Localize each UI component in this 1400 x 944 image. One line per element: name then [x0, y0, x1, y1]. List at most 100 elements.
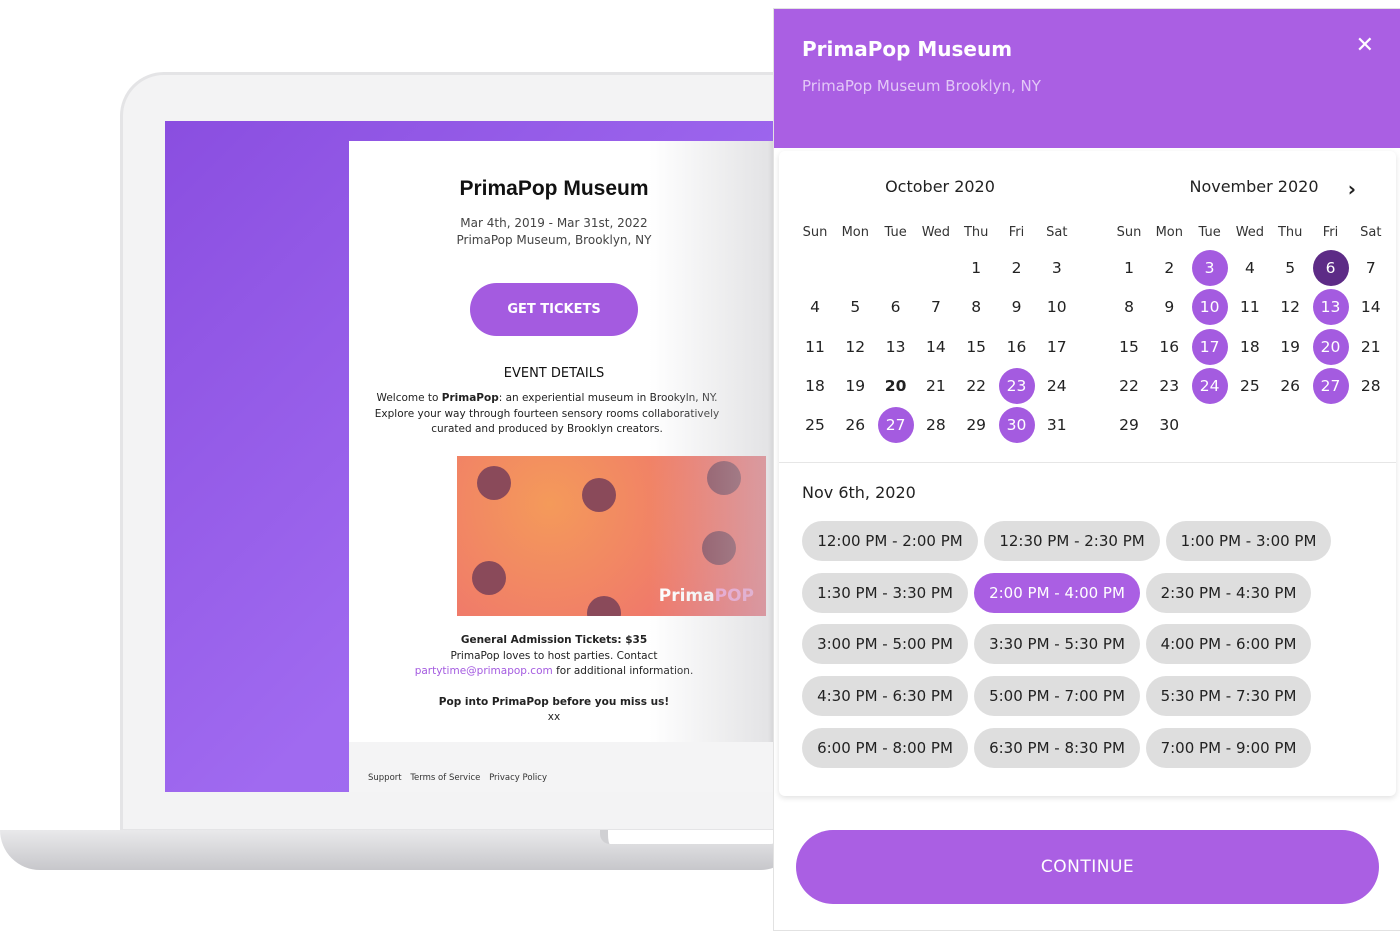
weekday-label: Mon [1155, 225, 1183, 240]
calendar-day: 31 [1046, 416, 1067, 435]
calendar-day-available[interactable]: 27 [1312, 367, 1349, 404]
ticket-info: General Admission Tickets: $35 PrimaPop … [349, 633, 773, 726]
calendar-day-available[interactable]: 20 [1312, 328, 1349, 365]
get-tickets-button[interactable]: GET TICKETS [470, 283, 638, 336]
time-slot[interactable]: 6:00 PM - 8:00 PM [802, 727, 968, 768]
laptop-notch [600, 830, 780, 844]
closing-text: Pop into PrimaPop before you miss us! [438, 695, 670, 708]
panel-header: PrimaPop Museum PrimaPop Museum Brooklyn… [774, 9, 1400, 148]
calendar-day-available[interactable]: 24 [1191, 367, 1228, 404]
calendar-day: 18 [805, 376, 825, 395]
event-page-screen: PrimaPop Museum Mar 4th, 2019 - Mar 31st… [165, 121, 773, 792]
calendar-day: 14 [926, 337, 946, 356]
time-slot[interactable]: 6:30 PM - 8:30 PM [974, 727, 1140, 768]
calendar-day: 3 [1051, 259, 1062, 277]
calendar-day: 20 [884, 376, 907, 395]
weekday-label: Sat [1360, 225, 1382, 240]
event-card: PrimaPop Museum Mar 4th, 2019 - Mar 31st… [349, 141, 773, 792]
calendar-day: 7 [1365, 259, 1376, 277]
calendar-day: 2 [1011, 259, 1022, 277]
weekday-label: Wed [921, 225, 951, 240]
calendar-day: 29 [1119, 416, 1139, 435]
weekday-label: Tue [1198, 225, 1221, 240]
calendar-day: 14 [1360, 298, 1381, 317]
time-slot-selected[interactable]: 2:00 PM - 4:00 PM [974, 572, 1140, 613]
desc-text: : an experiential museum in Brookyln, NY… [498, 392, 718, 404]
calendar-day: 28 [1360, 376, 1381, 395]
calendar-day: 25 [805, 416, 825, 435]
time-slot[interactable]: 1:00 PM - 3:00 PM [1166, 521, 1331, 561]
panel-title: PrimaPop Museum [802, 37, 1013, 61]
calendar-day: 1 [1124, 259, 1134, 277]
time-slot[interactable]: 2:30 PM - 4:30 PM [1146, 572, 1311, 613]
time-slot[interactable]: 4:00 PM - 6:00 PM [1146, 624, 1311, 665]
calendar-day: 19 [1280, 337, 1301, 356]
calendar-day: 11 [805, 337, 825, 356]
desc-text: curated and produced by Brooklyn creator… [431, 423, 663, 435]
desc-brand: PrimaPop [441, 392, 499, 404]
calendar-day-available[interactable]: 27 [877, 407, 914, 444]
time-slot[interactable]: 1:30 PM - 3:30 PM [802, 572, 968, 613]
weekday-label: Thu [1277, 225, 1303, 240]
calendar-day: 8 [971, 298, 982, 317]
time-slot[interactable]: 12:00 PM - 2:00 PM [802, 521, 978, 561]
footer-link-support[interactable]: Support [368, 773, 402, 783]
primapop-logo: PrimaPOP [658, 586, 754, 606]
calendar-day: 9 [1164, 298, 1175, 317]
footer-link-privacy[interactable]: Privacy Policy [489, 773, 547, 783]
close-icon[interactable]: ✕ [1356, 33, 1374, 58]
time-slot[interactable]: 5:30 PM - 7:30 PM [1146, 676, 1311, 717]
calendar-day: 23 [1159, 376, 1180, 395]
calendar-card: › Nov 6th, 2020 October 2020 Sun Mon Tue Wed… [779, 151, 1396, 796]
time-slot[interactable]: 3:00 PM - 5:00 PM [802, 624, 968, 665]
calendar-day: 21 [1360, 337, 1381, 356]
time-slot[interactable]: 12:30 PM - 2:30 PM [984, 521, 1160, 561]
continue-button[interactable]: CONTINUE [796, 830, 1379, 904]
calendar-day: 8 [1124, 298, 1134, 317]
party-text: PrimaPop loves to host parties. Contact [450, 649, 658, 662]
weekday-label: Thu [963, 225, 989, 240]
calendar-day: 26 [845, 416, 866, 435]
divider [779, 462, 1396, 463]
weekday-label: Sat [1046, 225, 1068, 240]
email-link[interactable]: partytime@primapop.com [415, 665, 553, 677]
calendar-day: 26 [1280, 376, 1301, 395]
time-slot[interactable]: 3:30 PM - 5:30 PM [974, 624, 1140, 665]
event-venue: PrimaPop Museum, Brooklyn, NY [456, 233, 652, 247]
time-slot[interactable]: 4:30 PM - 6:30 PM [802, 676, 968, 717]
calendar-day-available[interactable]: 30 [998, 407, 1035, 444]
panel-subtitle: PrimaPop Museum Brooklyn, NY [802, 77, 1041, 95]
calendar-day: 25 [1240, 376, 1260, 395]
weekday-label: Fri [1322, 225, 1339, 240]
time-slot[interactable]: 5:00 PM - 7:00 PM [974, 676, 1140, 717]
calendar-day-selected[interactable]: 6 [1312, 250, 1349, 286]
calendar-day-available[interactable]: 13 [1312, 289, 1349, 326]
calendar-day: 1 [971, 259, 982, 277]
event-details-heading: EVENT DETAILS [503, 366, 605, 381]
calendar-day: 15 [966, 337, 987, 356]
month-title: November 2020 [1189, 177, 1319, 196]
weekday-label: Sun [802, 225, 828, 240]
calendar-day: 12 [1280, 298, 1301, 317]
event-title: PrimaPop Museum [459, 177, 649, 200]
calendar-day: 21 [926, 376, 946, 395]
calendar-day: 18 [1240, 337, 1260, 356]
calendar-day: 9 [1011, 298, 1022, 317]
page-footer: Support Terms of Service Privacy Policy [349, 742, 773, 792]
time-slot[interactable]: 7:00 PM - 9:00 PM [1146, 727, 1311, 768]
weekday-label: Fri [1008, 225, 1025, 240]
calendar-day: 7 [930, 298, 941, 317]
email-suffix: for additional information. [552, 665, 694, 677]
footer-link-terms[interactable]: Terms of Service [410, 773, 480, 783]
calendar-day-available[interactable]: 23 [998, 367, 1035, 404]
calendar-day-available[interactable]: 17 [1191, 328, 1228, 365]
calendar-day: 10 [1046, 298, 1067, 317]
tickets-price: $35 [621, 634, 648, 646]
weekday-label: Sun [1116, 225, 1142, 240]
signoff: xx [547, 711, 561, 723]
calendar-day: 2 [1164, 259, 1175, 277]
calendar-day-available[interactable]: 10 [1191, 289, 1228, 326]
calendar-day: 4 [810, 298, 820, 317]
calendar-day-available[interactable]: 3 [1191, 250, 1228, 286]
calendar-day: 17 [1046, 337, 1067, 356]
